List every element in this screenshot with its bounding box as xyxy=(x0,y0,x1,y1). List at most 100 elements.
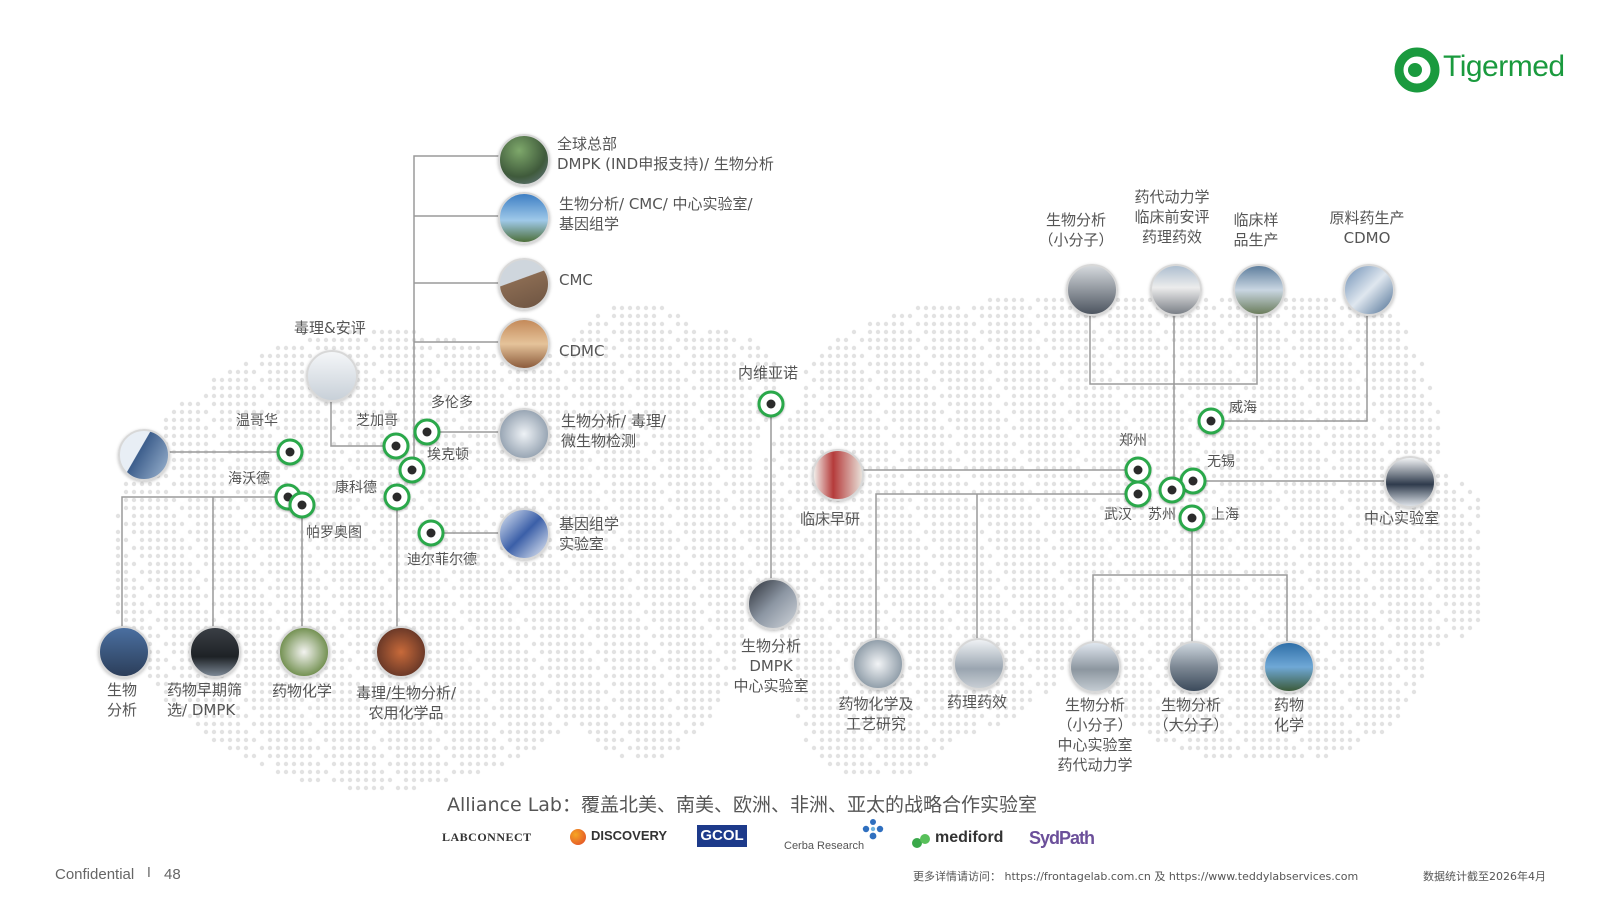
map-dot xyxy=(483,465,489,471)
map-dot xyxy=(1059,401,1065,407)
map-dot xyxy=(411,569,417,575)
map-dot xyxy=(347,585,353,591)
map-dot xyxy=(1427,417,1433,423)
map-dot xyxy=(379,513,385,519)
map-dot xyxy=(787,473,793,479)
map-dot xyxy=(899,385,905,391)
map-dot xyxy=(187,425,193,431)
map-dot xyxy=(267,585,273,591)
map-dot xyxy=(371,561,377,567)
map-dot xyxy=(1163,553,1169,559)
map-dot xyxy=(1307,497,1313,503)
map-dot xyxy=(1011,393,1017,399)
map-dot xyxy=(891,337,897,343)
map-dot xyxy=(947,457,953,463)
map-dot xyxy=(843,593,849,599)
map-dot xyxy=(643,481,649,487)
map-dot xyxy=(1315,473,1321,479)
map-dot xyxy=(1419,585,1425,591)
map-dot xyxy=(243,577,249,583)
map-dot xyxy=(1331,561,1337,567)
map-dot xyxy=(1251,369,1257,375)
map-dot xyxy=(771,473,777,479)
map-dot xyxy=(1123,297,1129,303)
map-dot xyxy=(883,329,889,335)
map-dot xyxy=(563,369,569,375)
map-dot xyxy=(651,337,657,343)
map-dot xyxy=(763,553,769,559)
map-dot xyxy=(659,585,665,591)
map-dot xyxy=(275,345,281,351)
map-dot xyxy=(1107,457,1113,463)
map-dot xyxy=(395,393,401,399)
map-dot xyxy=(1219,353,1225,359)
map-dot xyxy=(483,577,489,583)
map-dot xyxy=(1243,345,1249,351)
map-dot xyxy=(1419,409,1425,415)
map-dot xyxy=(723,377,729,383)
map-dot xyxy=(915,601,921,607)
map-dot xyxy=(707,537,713,543)
map-dot xyxy=(1075,537,1081,543)
map-dot xyxy=(467,417,473,423)
map-dot xyxy=(867,577,873,583)
map-dot xyxy=(1211,545,1217,551)
map-dot xyxy=(1355,409,1361,415)
map-dot xyxy=(691,529,697,535)
map-dot xyxy=(659,361,665,367)
map-dot xyxy=(979,553,985,559)
map-dot xyxy=(187,569,193,575)
map-dot xyxy=(331,561,337,567)
map-dot xyxy=(931,409,937,415)
map-dot xyxy=(475,537,481,543)
map-dot xyxy=(883,441,889,447)
map-dot xyxy=(1467,489,1473,495)
map-dot xyxy=(1267,521,1273,527)
map-dot xyxy=(1115,457,1121,463)
map-dot xyxy=(635,465,641,471)
map-dot xyxy=(1427,449,1433,455)
map-dot xyxy=(1211,577,1217,583)
map-dot xyxy=(1259,361,1265,367)
map-dot xyxy=(1259,345,1265,351)
map-dot xyxy=(587,321,593,327)
map-dot xyxy=(723,513,729,519)
map-dot xyxy=(1179,417,1185,423)
map-dot xyxy=(139,529,145,535)
map-dot xyxy=(203,561,209,567)
map-dot xyxy=(795,497,801,503)
map-dot xyxy=(667,393,673,399)
map-dot xyxy=(715,585,721,591)
map-dot xyxy=(1363,577,1369,583)
map-dot xyxy=(1059,337,1065,343)
map-dot xyxy=(1259,553,1265,559)
map-dot xyxy=(1115,345,1121,351)
map-dot xyxy=(1203,545,1209,551)
map-dot xyxy=(715,433,721,439)
map-dot xyxy=(675,465,681,471)
map-dot xyxy=(995,529,1001,535)
map-dot xyxy=(563,489,569,495)
map-dot xyxy=(699,409,705,415)
map-dot xyxy=(1259,393,1265,399)
map-dot xyxy=(347,337,353,343)
map-dot xyxy=(907,545,913,551)
map-dot xyxy=(899,521,905,527)
map-dot xyxy=(1235,329,1241,335)
map-dot xyxy=(1075,545,1081,551)
map-dot xyxy=(323,585,329,591)
map-dot xyxy=(123,585,129,591)
map-dot xyxy=(955,385,961,391)
map-dot xyxy=(1403,377,1409,383)
map-dot xyxy=(731,433,737,439)
map-dot xyxy=(459,489,465,495)
map-dot xyxy=(299,401,305,407)
map-dot xyxy=(315,601,321,607)
map-dot xyxy=(891,593,897,599)
map-dot xyxy=(795,465,801,471)
map-dot xyxy=(1107,497,1113,503)
map-dot xyxy=(907,377,913,383)
map-dot xyxy=(1267,489,1273,495)
map-dot xyxy=(155,553,161,559)
map-dot xyxy=(931,457,937,463)
